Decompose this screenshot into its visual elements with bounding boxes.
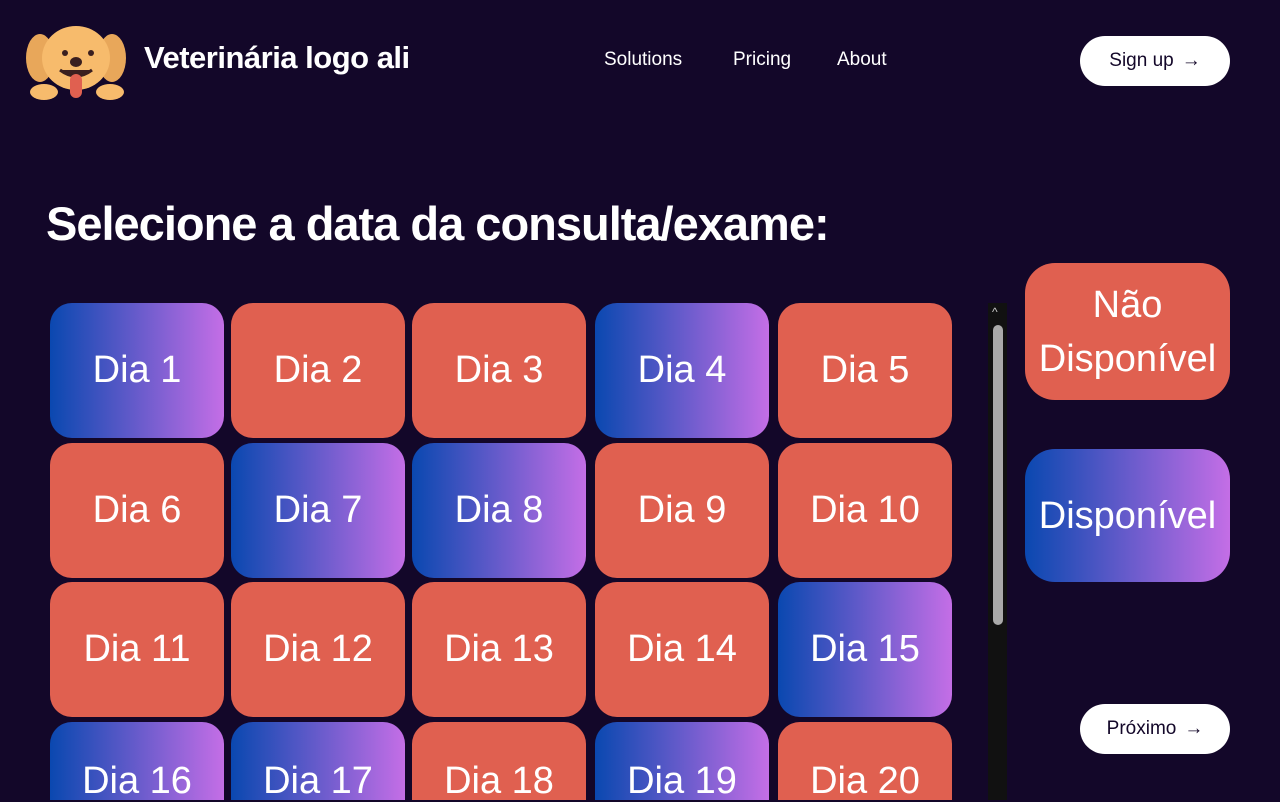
- day-button[interactable]: Dia 19: [595, 722, 769, 800]
- legend-available: Disponível: [1025, 449, 1230, 582]
- day-button[interactable]: Dia 4: [595, 303, 769, 438]
- page-title: Selecione a data da consulta/exame:: [46, 197, 830, 250]
- scrollbar-thumb[interactable]: [993, 325, 1003, 625]
- arrow-right-icon: →: [1184, 718, 1204, 739]
- day-button[interactable]: Dia 18: [412, 722, 586, 800]
- day-button[interactable]: Dia 11: [50, 582, 224, 717]
- day-button[interactable]: Dia 6: [50, 443, 224, 578]
- day-button[interactable]: Dia 16: [50, 722, 224, 800]
- scrollbar[interactable]: ^: [988, 303, 1007, 800]
- day-button[interactable]: Dia 15: [778, 582, 952, 717]
- legend-unavailable: Não Disponível: [1025, 263, 1230, 400]
- day-button[interactable]: Dia 14: [595, 582, 769, 717]
- nav-solutions[interactable]: Solutions: [604, 49, 682, 71]
- nav-about[interactable]: About: [837, 49, 887, 71]
- day-button[interactable]: Dia 17: [231, 722, 405, 800]
- day-button[interactable]: Dia 5: [778, 303, 952, 438]
- day-grid: Dia 1 Dia 2 Dia 3 Dia 4 Dia 5 Dia 6 Dia 7 Dia 8…: [50, 303, 954, 800]
- nav-pricing[interactable]: Pricing: [733, 49, 791, 71]
- scroll-up-icon[interactable]: ^: [992, 305, 998, 319]
- next-button[interactable]: Próximo →: [1080, 704, 1230, 754]
- day-button[interactable]: Dia 20: [778, 722, 952, 800]
- day-button[interactable]: Dia 1: [50, 303, 224, 438]
- day-button[interactable]: Dia 10: [778, 443, 952, 578]
- day-button[interactable]: Dia 8: [412, 443, 586, 578]
- sign-up-button[interactable]: Sign up →: [1080, 36, 1230, 86]
- arrow-right-icon: →: [1181, 50, 1201, 71]
- dog-logo-icon: [26, 26, 126, 100]
- day-button[interactable]: Dia 13: [412, 582, 586, 717]
- day-button[interactable]: Dia 7: [231, 443, 405, 578]
- day-button[interactable]: Dia 2: [231, 303, 405, 438]
- next-label: Próximo: [1106, 718, 1177, 739]
- sign-up-label: Sign up: [1109, 50, 1174, 71]
- day-button[interactable]: Dia 9: [595, 443, 769, 578]
- day-button[interactable]: Dia 3: [412, 303, 586, 438]
- day-button[interactable]: Dia 12: [231, 582, 405, 717]
- brand-name[interactable]: Veterinária logo ali: [144, 40, 410, 76]
